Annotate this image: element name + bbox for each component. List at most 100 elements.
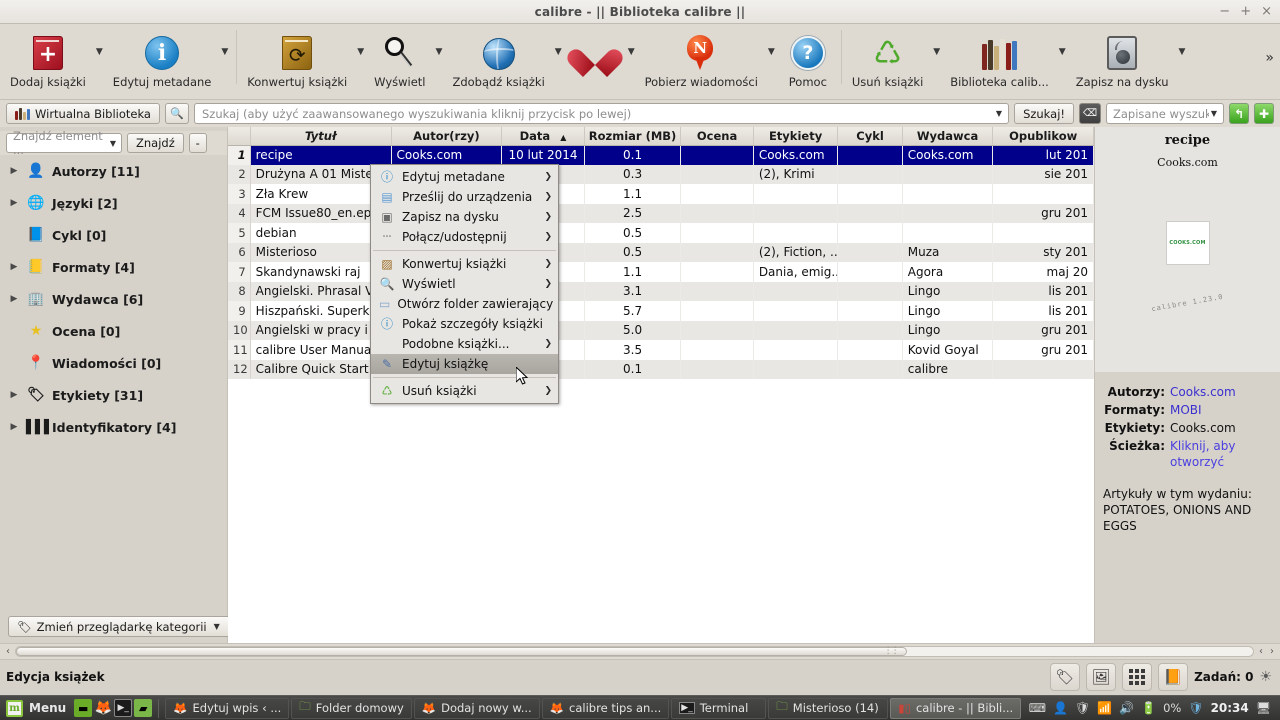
cell-rating[interactable]: [680, 340, 754, 360]
chevron-right-icon[interactable]: ▶: [8, 166, 20, 176]
terminal-icon[interactable]: ▶_: [114, 699, 133, 717]
user-icon[interactable]: 👤: [1053, 701, 1068, 715]
table-row[interactable]: 6 Misterioso 14 0.5 (2), Fiction, ... Mu…: [228, 242, 1094, 262]
cell-tags[interactable]: (2), Krimi: [753, 164, 839, 184]
taskbar-task-calibre[interactable]: ▮▯ calibre - || Bibli...: [890, 697, 1022, 719]
update-icon[interactable]: 🛡: [1075, 701, 1090, 715]
cell-size[interactable]: 3.5: [584, 340, 682, 360]
cell-published[interactable]: [992, 359, 1094, 379]
cell-tags[interactable]: [753, 223, 839, 243]
column-header-rating[interactable]: Ocena: [680, 127, 754, 146]
table-row[interactable]: 1 recipe Cooks.com 10 lut 2014 0.1 Cooks…: [228, 145, 1094, 165]
cell-tags[interactable]: [753, 281, 839, 301]
table-row[interactable]: 5 debian 14 0.5: [228, 223, 1094, 243]
cell-tags[interactable]: [753, 184, 839, 204]
taskbar-task-calibre-tips[interactable]: 🦊 calibre tips an...: [541, 697, 670, 719]
get-books-dropdown-arrow[interactable]: ▼: [551, 30, 566, 74]
sidebar-item-tags[interactable]: ▶ 🏷 Etykiety [31]: [0, 379, 227, 411]
tag-browser-icon[interactable]: 🏷: [1050, 662, 1081, 691]
column-header-authors[interactable]: Autor(rzy): [391, 127, 503, 146]
cell-publisher[interactable]: [902, 164, 994, 184]
column-header-size[interactable]: Rozmiar (MB): [584, 127, 682, 146]
metadata-value-path-link[interactable]: Kliknij, aby otworzyć: [1165, 438, 1274, 470]
sidebar-item-rating[interactable]: ★ Ocena [0]: [0, 315, 227, 347]
keyboard-icon[interactable]: ⌨: [1029, 701, 1046, 715]
metadata-value-authors[interactable]: Cooks.com: [1165, 384, 1236, 400]
cell-published[interactable]: gru 201: [992, 340, 1094, 360]
context-menu-item-similar-books[interactable]: Podobne książki... ❯: [371, 334, 558, 354]
save-search-icon[interactable]: ✚: [1254, 103, 1274, 124]
chevron-down-icon[interactable]: ▼: [994, 109, 1004, 118]
cell-tags[interactable]: [753, 340, 839, 360]
show-desktop-icon[interactable]: ▬: [74, 699, 93, 717]
cell-series[interactable]: [837, 184, 903, 204]
toolbar-button-edit-metadata[interactable]: i Edytuj metadane: [107, 28, 218, 89]
table-row[interactable]: 12 Calibre Quick Start G 13 0.1 calibre: [228, 359, 1094, 379]
toolbar-button-library[interactable]: Biblioteka calib...: [944, 28, 1055, 89]
cell-size[interactable]: 2.5: [584, 203, 682, 223]
cell-publisher[interactable]: [902, 223, 994, 243]
taskbar-task-folder-domowy[interactable]: 🗀 Folder domowy: [291, 697, 412, 719]
save-to-disk-dropdown-arrow[interactable]: ▼: [1175, 30, 1190, 74]
find-button[interactable]: Znajdź: [127, 133, 184, 153]
cell-rating[interactable]: [680, 164, 754, 184]
sidebar-item-news[interactable]: 📍 Wiadomości [0]: [0, 347, 227, 379]
cell-rating[interactable]: [680, 184, 754, 204]
cover-grid-icon[interactable]: 🖼: [1086, 662, 1117, 691]
maximize-button[interactable]: +: [1240, 5, 1251, 18]
cell-tags[interactable]: [753, 301, 839, 321]
shield-icon[interactable]: 🛡: [1188, 701, 1203, 715]
convert-dropdown-arrow[interactable]: ▼: [353, 30, 368, 74]
cell-series[interactable]: [837, 164, 903, 184]
clock[interactable]: 20:34: [1211, 701, 1249, 715]
cell-published[interactable]: lis 201: [992, 301, 1094, 321]
cell-tags[interactable]: (2), Fiction, ...: [753, 242, 839, 262]
cell-series[interactable]: [837, 242, 903, 262]
table-row[interactable]: 7 Skandynawski raj 14 1.1 Dania, emig...…: [228, 262, 1094, 282]
add-books-dropdown-arrow[interactable]: ▼: [92, 30, 107, 74]
close-button[interactable]: ×: [1261, 5, 1272, 18]
cell-rating[interactable]: [680, 203, 754, 223]
grid-view-icon[interactable]: [1122, 662, 1153, 691]
table-row[interactable]: 11 calibre User Manual 13 3.5 Kovid Goya…: [228, 340, 1094, 360]
toolbar-button-save-to-disk[interactable]: Zapisz na dysku: [1070, 28, 1175, 89]
cell-series[interactable]: [837, 359, 903, 379]
cell-publisher[interactable]: Cooks.com: [902, 145, 994, 165]
cell-series[interactable]: [837, 145, 903, 165]
column-header-published[interactable]: Opublikow: [992, 127, 1094, 146]
table-row[interactable]: 9 Hiszpański. Superku 14 5.7 Lingo lis 2…: [228, 301, 1094, 321]
battery-icon[interactable]: 🔋: [1141, 701, 1156, 715]
cell-series[interactable]: [837, 203, 903, 223]
cell-published[interactable]: lut 201: [992, 145, 1094, 165]
cell-series[interactable]: [837, 281, 903, 301]
cell-publisher[interactable]: Muza: [902, 242, 994, 262]
minimize-button[interactable]: −: [1219, 5, 1230, 18]
toolbar-button-fetch-news[interactable]: N Pobierz wiadomości: [639, 28, 764, 89]
search-input[interactable]: Szukaj (aby użyć zaawansowanego wyszukiw…: [193, 103, 1010, 124]
taskbar-task-misterioso[interactable]: 🗀 Misterioso (14): [768, 697, 889, 719]
toolbar-button-convert-books[interactable]: Konwertuj książki: [241, 28, 353, 89]
sidebar-item-publisher[interactable]: ▶ 🏢 Wydawca [6]: [0, 283, 227, 315]
context-menu-item-open-containing-folder[interactable]: ▭ Otwórz folder zawierający: [371, 294, 558, 314]
cell-tags[interactable]: Cooks.com: [753, 145, 839, 165]
context-menu-item-view[interactable]: 🔍 Wyświetl ❯: [371, 274, 558, 294]
search-button[interactable]: Szukaj!: [1014, 103, 1074, 124]
context-menu-item-connect-share[interactable]: ⋯ Połącz/udostępnij ❯: [371, 227, 558, 247]
cell-size[interactable]: 0.3: [584, 164, 682, 184]
column-header-publisher[interactable]: Wydawca: [902, 127, 994, 146]
cell-size[interactable]: 0.5: [584, 242, 682, 262]
cell-published[interactable]: sie 201: [992, 164, 1094, 184]
display-icon[interactable]: 🖥: [1256, 701, 1271, 715]
favorites-dropdown-arrow[interactable]: ▼: [624, 30, 639, 74]
cell-publisher[interactable]: [902, 203, 994, 223]
cell-size[interactable]: 1.1: [584, 262, 682, 282]
cell-rating[interactable]: [680, 145, 754, 165]
sidebar-item-authors[interactable]: ▶ 👤 Autorzy [11]: [0, 155, 227, 187]
cell-published[interactable]: gru 201: [992, 320, 1094, 340]
context-menu-item-convert-books[interactable]: ▨ Konwertuj książki ❯: [371, 254, 558, 274]
files-icon[interactable]: ▰: [134, 699, 153, 717]
chevron-right-icon[interactable]: ▶: [8, 198, 20, 208]
cell-size[interactable]: 0.1: [584, 145, 682, 165]
sidebar-item-identifiers[interactable]: ▶ ▌▌▌ Identyfikatory [4]: [0, 411, 227, 443]
chevron-right-icon[interactable]: ▶: [8, 390, 20, 400]
